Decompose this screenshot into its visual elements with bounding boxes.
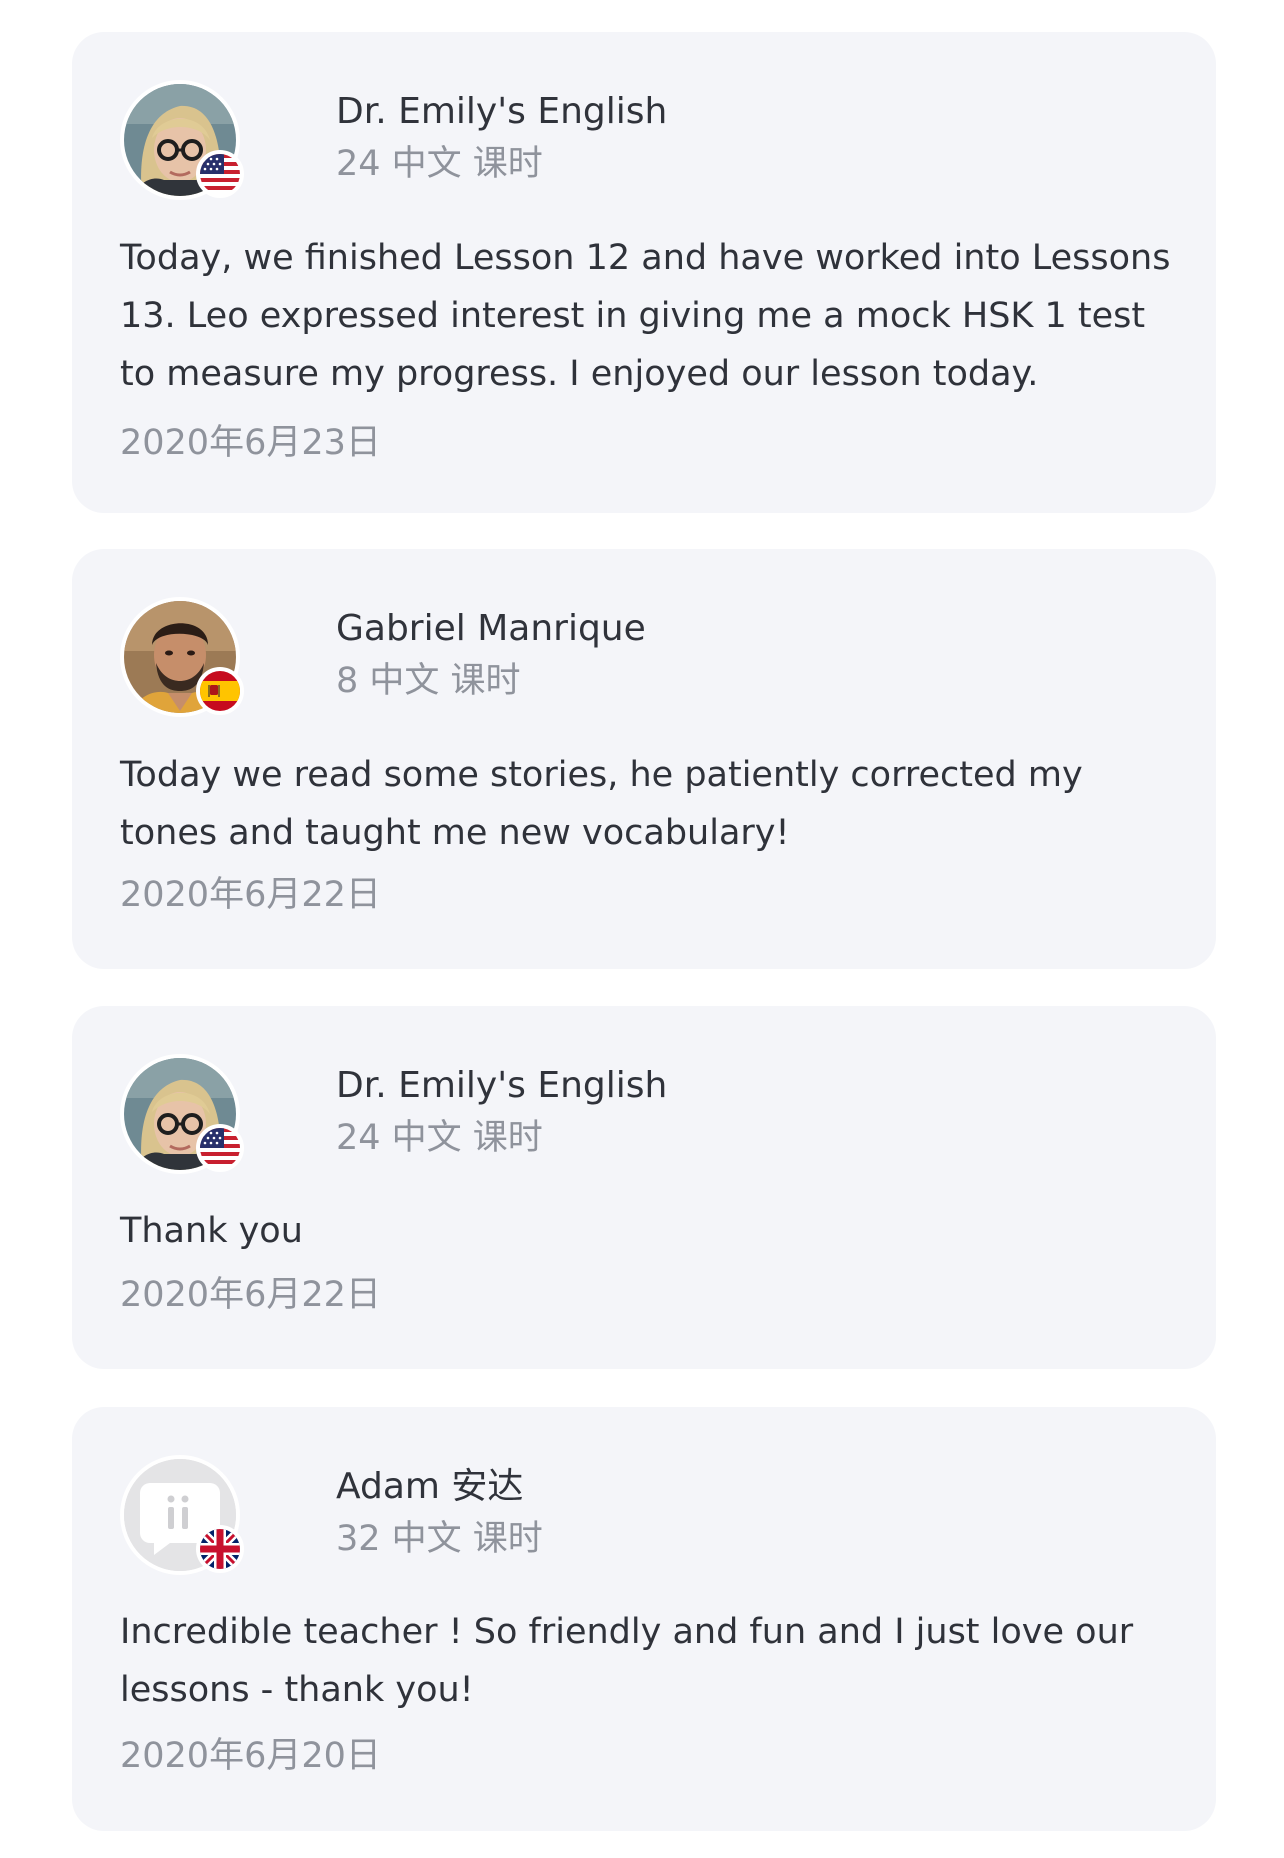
reviewer-lesson-count: 32 中文 课时	[336, 1519, 543, 1559]
review-text: Incredible teacher ! So friendly and fun…	[120, 1612, 1134, 1710]
reviewer-name[interactable]: Dr. Emily's English	[336, 88, 667, 136]
reviews-list: Dr. Emily's English 24 中文 课时 Today, we f…	[0, 0, 1284, 1858]
review-text: Today we read some stories, he patiently…	[120, 755, 1083, 853]
spain-flag-icon	[196, 667, 244, 715]
review-header: Dr. Emily's English 24 中文 课时	[120, 80, 1120, 200]
reviewer-lesson-count: 24 中文 课时	[336, 144, 543, 184]
review-date: 2020年6月22日	[120, 1275, 381, 1315]
review-date: 2020年6月20日	[120, 1736, 381, 1776]
review-card: Dr. Emily's English 24 中文 课时 Today, we f…	[72, 32, 1216, 513]
us-flag-icon	[196, 1124, 244, 1172]
reviewer-name[interactable]: Dr. Emily's English	[336, 1062, 667, 1110]
reviewer-avatar[interactable]	[120, 1054, 244, 1174]
reviewer-avatar[interactable]	[120, 80, 244, 200]
uk-flag-icon	[196, 1525, 244, 1573]
review-header: Dr. Emily's English 24 中文 课时	[120, 1054, 1120, 1174]
review-text: Today, we finished Lesson 12 and have wo…	[120, 238, 1171, 394]
reviewer-avatar[interactable]	[120, 597, 244, 717]
review-header: Adam 安达 32 中文 课时	[120, 1455, 1120, 1575]
review-header: Gabriel Manrique 8 中文 课时	[120, 597, 1120, 717]
review-card: Gabriel Manrique 8 中文 课时 Today we read s…	[72, 549, 1216, 969]
us-flag-icon	[196, 150, 244, 198]
review-date: 2020年6月22日	[120, 875, 381, 915]
review-date: 2020年6月23日	[120, 423, 381, 463]
reviewer-avatar[interactable]	[120, 1455, 244, 1575]
review-text: Thank you	[120, 1211, 303, 1251]
review-card: Adam 安达 32 中文 课时 Incredible teacher ! So…	[72, 1407, 1216, 1831]
reviewer-lesson-count: 24 中文 课时	[336, 1118, 543, 1158]
review-card: Dr. Emily's English 24 中文 课时 Thank you 2…	[72, 1006, 1216, 1369]
reviewer-name[interactable]: Adam 安达	[336, 1463, 523, 1511]
reviewer-lesson-count: 8 中文 课时	[336, 661, 521, 701]
reviewer-name[interactable]: Gabriel Manrique	[336, 605, 646, 653]
